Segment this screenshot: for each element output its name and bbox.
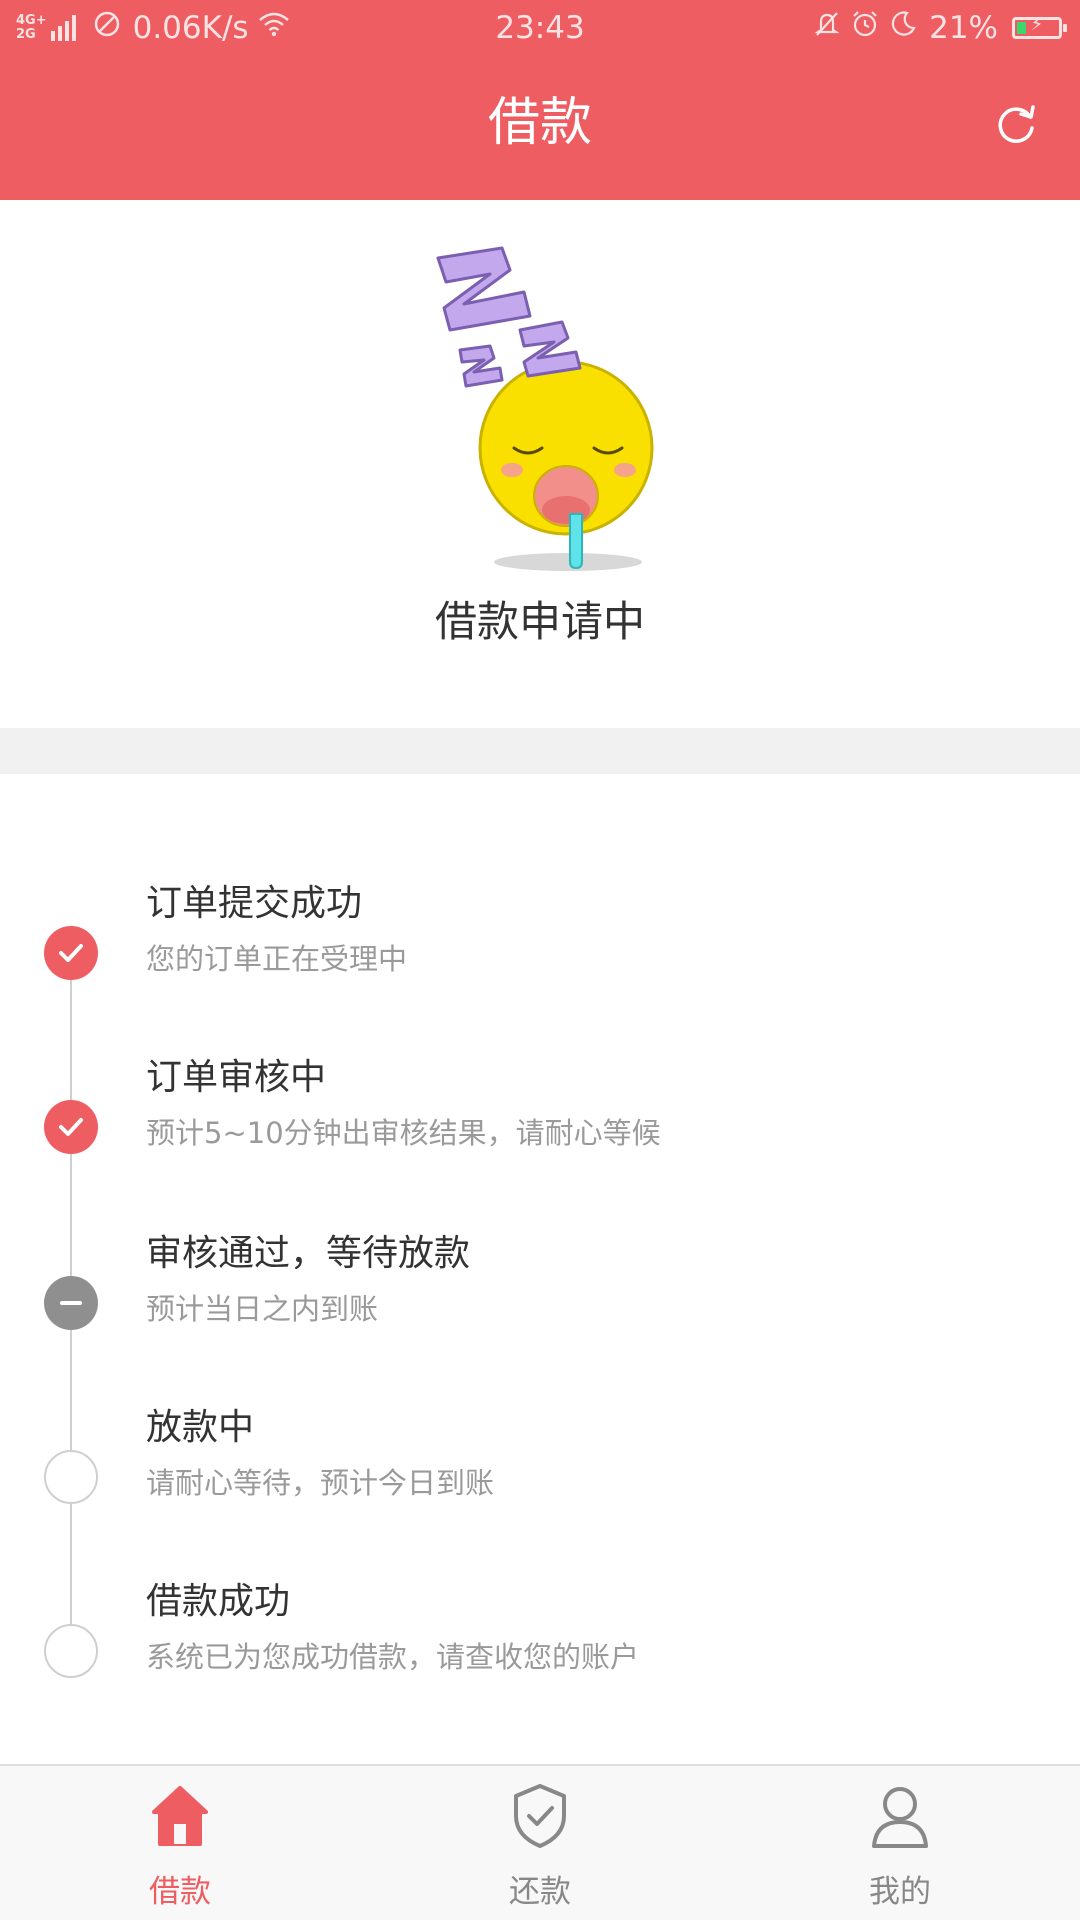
- empty-circle-icon: [44, 1624, 98, 1678]
- refresh-button[interactable]: [990, 98, 1042, 150]
- application-status-text: 借款申请中: [434, 597, 645, 646]
- tab-loan[interactable]: 借款: [0, 1766, 360, 1920]
- progress-steps: 订单提交成功 您的订单正在受理中 订单审核中 预计5~10分钟出审核结果，请耐心…: [0, 774, 1080, 1766]
- step-title: 订单审核中: [146, 1057, 327, 1098]
- sleeping-face-icon: [436, 246, 654, 571]
- step-description: 系统已为您成功借款，请查收您的账户: [146, 1640, 640, 1674]
- empty-circle-icon: [44, 1450, 98, 1504]
- tab-mine[interactable]: 我的: [720, 1766, 1080, 1920]
- step-description: 您的订单正在受理中: [146, 942, 408, 976]
- step-title: 放款中: [146, 1407, 255, 1448]
- alarm-icon: [851, 10, 879, 46]
- app-header: 借款: [0, 56, 1080, 200]
- user-icon: [872, 1787, 928, 1848]
- step-description: 预计5~10分钟出审核结果，请耐心等候: [146, 1116, 661, 1150]
- minus-icon: [44, 1276, 98, 1330]
- page-title: 借款: [487, 93, 592, 153]
- tab-label: 我的: [869, 1874, 931, 1910]
- step-loan-success: 借款成功 系统已为您成功借款，请查收您的账户: [0, 1572, 1080, 1712]
- step-approved-awaiting-disbursement: 审核通过，等待放款 预计当日之内到账: [0, 1224, 1080, 1364]
- step-title: 借款成功: [146, 1581, 291, 1622]
- step-disbursing: 放款中 请耐心等待，预计今日到账: [0, 1398, 1080, 1538]
- step-title: 审核通过，等待放款: [146, 1233, 471, 1274]
- step-title: 订单提交成功: [146, 883, 363, 924]
- application-status-panel: 借款申请中: [0, 200, 1080, 728]
- section-divider: [0, 728, 1080, 774]
- tab-label: 还款: [509, 1874, 571, 1910]
- step-description: 预计当日之内到账: [146, 1292, 379, 1326]
- check-icon: [44, 926, 98, 980]
- status-bar-right: 21% ⚡: [803, 0, 1067, 56]
- step-order-review: 订单审核中 预计5~10分钟出审核结果，请耐心等候: [0, 1048, 1080, 1188]
- battery-charging-icon: ⚡: [1012, 14, 1067, 39]
- bottom-tab-bar: 借款 还款 我的: [0, 1764, 1080, 1920]
- tab-label: 借款: [149, 1874, 211, 1910]
- battery-percent: 21%: [929, 10, 998, 46]
- mute-bell-icon: [813, 10, 841, 46]
- shield-check-icon: [514, 1784, 566, 1848]
- check-icon: [44, 1100, 98, 1154]
- step-order-submitted: 订单提交成功 您的订单正在受理中: [0, 874, 1080, 1014]
- home-icon: [152, 1786, 208, 1846]
- moon-icon: [889, 10, 917, 46]
- tab-repay[interactable]: 还款: [360, 1766, 720, 1920]
- step-description: 请耐心等待，预计今日到账: [146, 1466, 495, 1500]
- status-bar: 4G+ 2G 0.06K/s 23:43 21% ⚡: [0, 0, 1080, 56]
- refresh-icon: [998, 105, 1035, 143]
- charging-bolt-icon: ⚡: [1030, 14, 1044, 35]
